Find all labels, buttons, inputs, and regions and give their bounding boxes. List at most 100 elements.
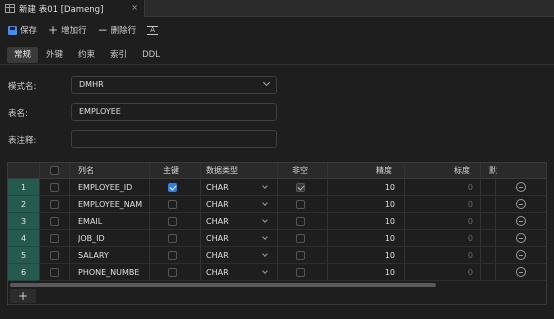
data-type-cell[interactable]: CHAR xyxy=(206,196,261,213)
chevron-down-icon[interactable] xyxy=(262,200,268,206)
minus-circle-icon[interactable] xyxy=(516,216,526,226)
header-column-name[interactable]: 列名 xyxy=(78,163,94,179)
format-button[interactable]: A xyxy=(147,25,161,35)
data-type-cell[interactable]: CHAR xyxy=(206,213,261,230)
column-name-cell[interactable]: EMPLOYEE_ID xyxy=(78,179,148,196)
header-scale[interactable]: 标度 xyxy=(454,163,470,179)
primary-key-checkbox[interactable] xyxy=(168,251,177,260)
row-select-checkbox[interactable] xyxy=(50,234,59,243)
save-button[interactable]: 保存 xyxy=(8,24,37,36)
save-label: 保存 xyxy=(20,26,38,36)
scale-cell[interactable]: 0 xyxy=(428,230,473,247)
minus-icon: − xyxy=(97,22,108,37)
precision-cell[interactable]: 10 xyxy=(338,213,395,230)
tab-foreign-keys[interactable]: 外键 xyxy=(39,47,70,63)
row-number[interactable]: 1 xyxy=(8,179,39,196)
not-null-checkbox[interactable] xyxy=(296,200,305,209)
table-name-input[interactable]: EMPLOYEE xyxy=(71,103,277,121)
row-select-checkbox[interactable] xyxy=(50,200,59,209)
chevron-down-icon[interactable] xyxy=(262,251,268,257)
not-null-checkbox[interactable] xyxy=(296,217,305,226)
primary-key-checkbox[interactable] xyxy=(168,268,177,277)
column-name-cell[interactable]: EMAIL xyxy=(78,213,148,230)
column-name-cell[interactable]: SALARY xyxy=(78,247,148,264)
data-type-cell[interactable]: CHAR xyxy=(206,179,261,196)
toolbar: 保存 + 增加行 − 删除行 A xyxy=(0,17,554,43)
scale-cell[interactable]: 0 xyxy=(428,213,473,230)
minus-circle-icon[interactable] xyxy=(516,182,526,192)
primary-key-checkbox[interactable] xyxy=(168,200,177,209)
select-all-checkbox[interactable] xyxy=(50,166,59,175)
header-precision[interactable]: 精度 xyxy=(376,163,392,179)
column-name-cell[interactable]: EMPLOYEE_NAM xyxy=(78,196,148,213)
minus-circle-icon[interactable] xyxy=(516,250,526,260)
row-number[interactable]: 4 xyxy=(8,230,39,247)
sub-tab-bar: 常规 外键 约束 索引 DDL xyxy=(7,46,168,63)
scale-cell[interactable]: 0 xyxy=(428,196,473,213)
data-type-cell[interactable]: CHAR xyxy=(206,247,261,264)
minus-circle-icon[interactable] xyxy=(516,233,526,243)
schema-label: 模式名: xyxy=(8,82,37,92)
precision-cell[interactable]: 10 xyxy=(338,264,395,281)
plus-icon: + xyxy=(48,22,59,37)
table-comment-input[interactable] xyxy=(71,130,277,148)
data-type-cell[interactable]: CHAR xyxy=(206,230,261,247)
table-row[interactable]: 1 EMPLOYEE_ID CHAR 10 0 xyxy=(8,179,546,196)
row-select-checkbox[interactable] xyxy=(50,217,59,226)
table-row[interactable]: 2 EMPLOYEE_NAM CHAR 10 0 xyxy=(8,196,546,213)
add-row-button[interactable]: + 增加行 xyxy=(48,22,87,37)
tab-general[interactable]: 常规 xyxy=(7,46,39,63)
close-tab-icon[interactable]: × xyxy=(131,3,138,12)
row-number[interactable]: 6 xyxy=(8,264,39,281)
table-row[interactable]: 5 SALARY CHAR 10 0 xyxy=(8,247,546,264)
scale-cell[interactable]: 0 xyxy=(428,179,473,196)
title-bar: 新建 表01 [Dameng] × xyxy=(0,0,554,17)
table-row[interactable]: 6 PHONE_NUMBE CHAR 10 0 xyxy=(8,264,546,281)
format-icon: A xyxy=(147,25,159,35)
scale-cell[interactable]: 0 xyxy=(428,264,473,281)
row-select-checkbox[interactable] xyxy=(50,268,59,277)
chevron-down-icon[interactable] xyxy=(262,234,268,240)
schema-select[interactable]: DMHR xyxy=(71,76,277,94)
not-null-checkbox[interactable] xyxy=(296,251,305,260)
minus-circle-icon[interactable] xyxy=(516,199,526,209)
row-select-checkbox[interactable] xyxy=(50,251,59,260)
table-name-value: EMPLOYEE xyxy=(79,107,121,116)
not-null-checkbox[interactable] xyxy=(296,268,305,277)
precision-cell[interactable]: 10 xyxy=(338,230,395,247)
add-column-button[interactable]: + xyxy=(10,289,36,303)
table-row[interactable]: 3 EMAIL CHAR 10 0 xyxy=(8,213,546,230)
precision-cell[interactable]: 10 xyxy=(338,179,395,196)
primary-key-checkbox[interactable] xyxy=(168,234,177,243)
data-type-cell[interactable]: CHAR xyxy=(206,264,261,281)
table-row[interactable]: 4 JOB_ID CHAR 10 0 xyxy=(8,230,546,247)
primary-key-checkbox[interactable] xyxy=(168,183,177,192)
tab-indexes[interactable]: 索引 xyxy=(103,47,134,63)
primary-key-checkbox[interactable] xyxy=(168,217,177,226)
column-name-cell[interactable]: JOB_ID xyxy=(78,230,148,247)
table-name-label: 表名: xyxy=(8,109,28,119)
tab-ddl[interactable]: DDL xyxy=(135,47,167,63)
editor-tab[interactable]: 新建 表01 [Dameng] × xyxy=(0,0,145,17)
precision-cell[interactable]: 10 xyxy=(338,196,395,213)
chevron-down-icon[interactable] xyxy=(262,183,268,189)
precision-cell[interactable]: 10 xyxy=(338,247,395,264)
row-number[interactable]: 2 xyxy=(8,196,39,213)
header-primary-key[interactable]: 主键 xyxy=(163,163,179,179)
column-name-cell[interactable]: PHONE_NUMBE xyxy=(78,264,148,281)
header-data-type[interactable]: 数据类型 xyxy=(206,163,238,179)
row-number[interactable]: 5 xyxy=(8,247,39,264)
tab-constraints[interactable]: 约束 xyxy=(71,47,102,63)
not-null-checkbox[interactable] xyxy=(296,183,305,192)
chevron-down-icon[interactable] xyxy=(262,217,268,223)
not-null-checkbox[interactable] xyxy=(296,234,305,243)
divider xyxy=(0,64,554,65)
horizontal-scrollbar[interactable] xyxy=(10,283,436,287)
minus-circle-icon[interactable] xyxy=(516,267,526,277)
row-select-checkbox[interactable] xyxy=(50,183,59,192)
chevron-down-icon[interactable] xyxy=(262,268,268,274)
row-number[interactable]: 3 xyxy=(8,213,39,230)
scale-cell[interactable]: 0 xyxy=(428,247,473,264)
header-not-null[interactable]: 非空 xyxy=(292,163,308,179)
delete-row-button[interactable]: − 删除行 xyxy=(97,22,137,37)
